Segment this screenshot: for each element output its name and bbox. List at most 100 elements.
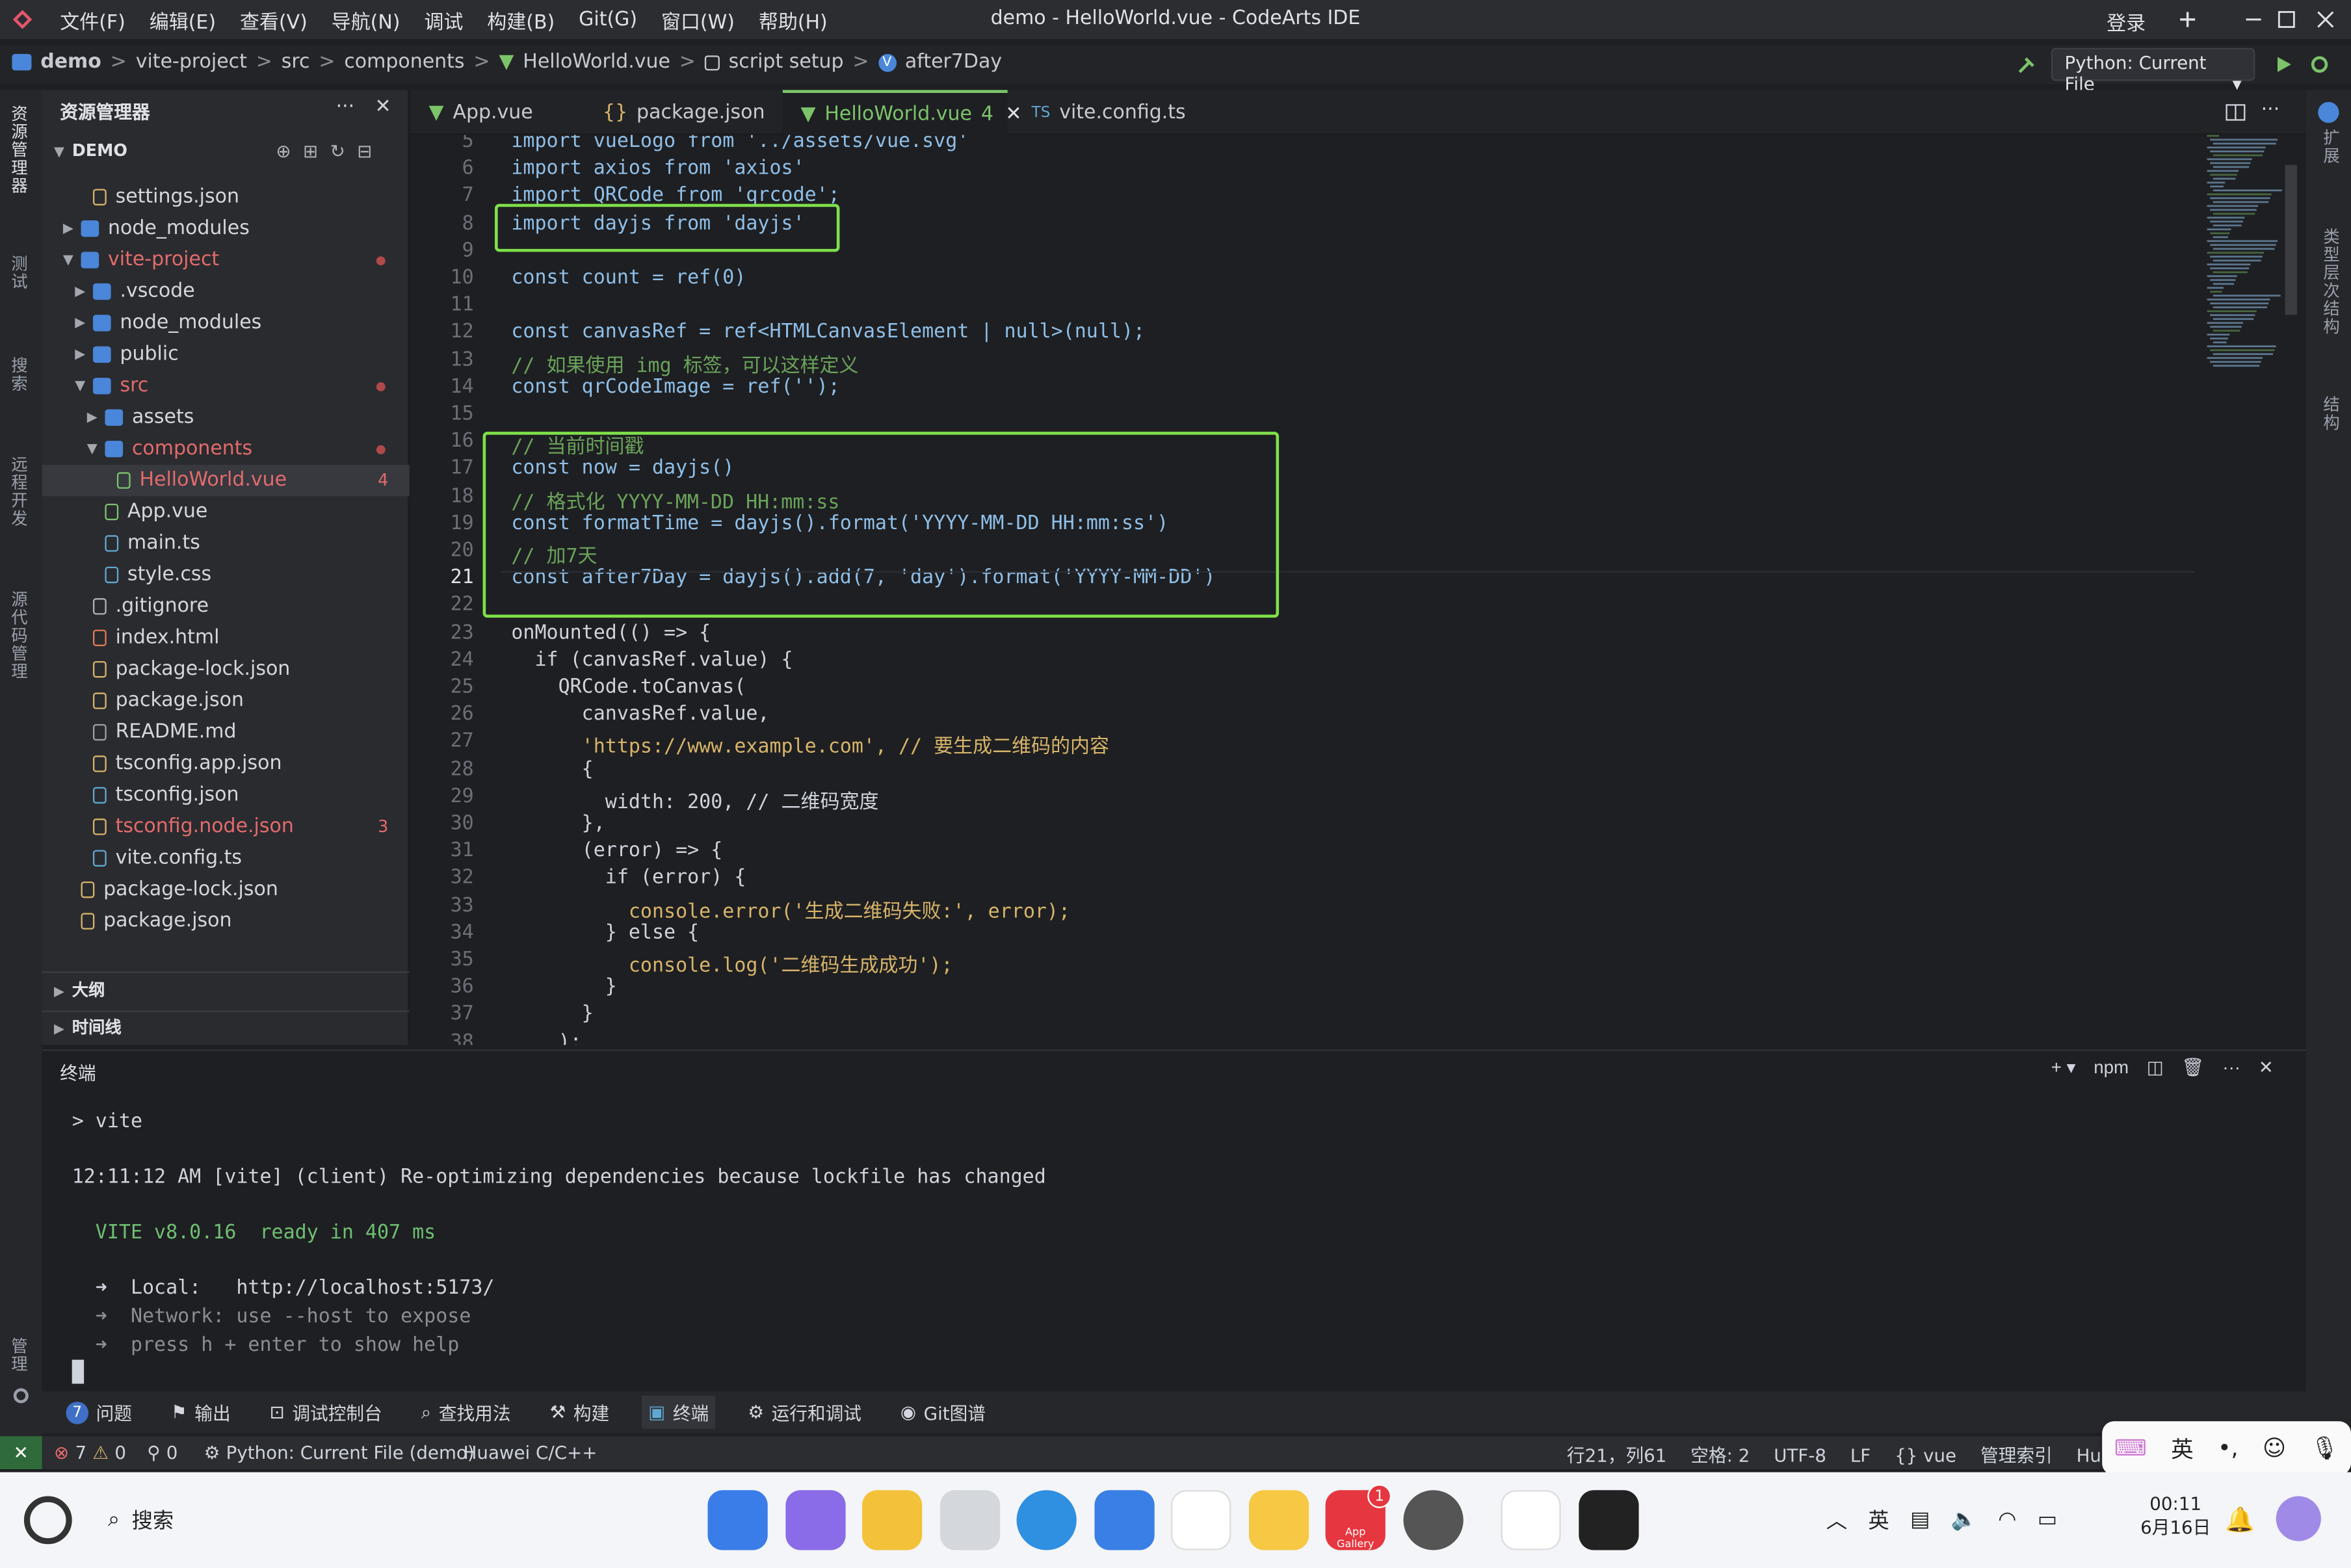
terminal-panel[interactable]: 终端 + ▾ npm ◫ 🗑 ··· ✕ > vite 12:11:12 AM … [42,1049,2306,1389]
code-line[interactable]: // 如果使用 img 标签，可以这样定义 [511,348,858,378]
tab-vite-config[interactable]: TS vite.config.ts [1014,90,1194,135]
login-button[interactable]: 登录 [2107,8,2146,36]
browser-icon[interactable] [1016,1490,1077,1550]
tree-item[interactable]: package-lock.json [42,874,410,905]
run-config-select[interactable]: Python: Current File ▾ [2051,47,2255,94]
breadcrumb-item[interactable]: vite-project [136,51,247,73]
run-icon[interactable] [2273,54,2294,75]
new-folder-icon[interactable]: ⊞ [303,141,318,162]
breadcrumb-item[interactable]: script setup [729,51,844,73]
chevron-icon[interactable]: ▼ [87,441,105,456]
tab-problems[interactable]: 7 问题 [60,1396,138,1429]
editor-scrollbar[interactable] [2285,164,2297,315]
emoji-icon[interactable]: ☺ [2263,1435,2286,1462]
activity-remote[interactable]: 远程开发 [6,456,30,528]
encoding-status[interactable]: UTF-8 [1774,1444,1826,1465]
code-line[interactable]: onMounted(() => { [511,621,711,644]
refresh-icon[interactable]: ↻ [330,141,345,162]
chevron-icon[interactable]: ▼ [75,378,93,393]
tab-find-usages[interactable]: ⌕ 查找用法 [415,1396,517,1429]
volume-icon[interactable]: 🔈 [1951,1508,1977,1532]
maximize-icon[interactable] [2276,9,2297,30]
chevron-icon[interactable]: ▶ [87,410,105,425]
tree-item[interactable]: ▼ vite-project [42,244,410,276]
hammer-icon[interactable] [2015,54,2036,75]
activity-extensions[interactable]: 扩展 [2318,129,2342,164]
close-icon[interactable]: ✕ [375,96,391,119]
code-line[interactable]: { [511,758,594,781]
assistant-icon[interactable] [2276,1496,2321,1541]
workspace-section[interactable]: ▼ DEMO [54,141,127,161]
ime-indicator[interactable]: 英 [1868,1505,1889,1535]
activity-search[interactable]: 搜索 [6,357,30,393]
chevron-up-icon[interactable]: ︿ [1826,1505,1847,1535]
tree-item[interactable]: tsconfig.app.json [42,748,410,779]
tree-item[interactable]: HelloWorld.vue 4 [42,464,410,497]
chevron-icon[interactable]: ▶ [63,221,81,236]
chevron-icon[interactable]: ▶ [75,347,93,362]
code-line[interactable]: canvasRef.value, [511,703,770,726]
tree-item[interactable]: settings.json [42,181,410,213]
tree-item[interactable]: tsconfig.json [42,779,410,811]
code-line[interactable]: import vueLogo from '../assets/vue.svg' [511,135,969,153]
terminal-app-icon[interactable] [1579,1490,1639,1550]
code-line[interactable]: if (error) { [511,867,746,890]
tree-item[interactable]: ▼ src [42,371,410,402]
tree-item[interactable]: style.css [42,559,410,590]
notes-icon[interactable] [1248,1490,1309,1550]
recycle-bin-icon[interactable] [939,1490,1001,1550]
keyboard-icon[interactable]: ⌨ [2114,1435,2147,1462]
code-line[interactable]: } else { [511,922,699,945]
code-line[interactable]: QRCode.toCanvas( [511,676,746,699]
trash-icon[interactable]: 🗑 [2182,1057,2205,1078]
tree-item[interactable]: ▶ .vscode [42,276,410,307]
code-line[interactable]: 'https://www.example.com', // 要生成二维码的内容 [511,731,1109,759]
tree-item[interactable]: package.json [42,906,410,937]
mic-icon[interactable]: 🎙 [2310,1435,2339,1462]
tree-item[interactable]: index.html [42,622,410,653]
code-line[interactable]: width: 200, // 二维码宽度 [511,785,879,814]
code-line[interactable]: (error) => { [511,840,723,863]
code-line[interactable]: const qrCodeImage = ref(''); [511,376,839,399]
eol-status[interactable]: LF [1850,1444,1871,1465]
tab-terminal[interactable]: ▣ 终端 [642,1395,715,1429]
tab-run-debug[interactable]: ⚙ 运行和调试 [742,1396,867,1429]
debug-icon[interactable] [2309,54,2330,75]
start-icon[interactable] [23,1496,72,1545]
files-icon[interactable] [862,1490,923,1550]
index-status[interactable]: 管理索引 [1980,1442,2053,1467]
photos-icon[interactable] [1171,1490,1231,1550]
layout-icon[interactable] [2177,9,2198,30]
tree-item[interactable]: main.ts [42,528,410,559]
multitask-icon[interactable] [785,1490,846,1550]
problems-status[interactable]: ⊗ 7 ⚠ 0 ⚲ 0 [54,1442,177,1463]
code-line[interactable]: console.error('生成二维码失败:', error); [511,895,1070,923]
code-line[interactable]: }, [511,813,605,835]
tab-package-json[interactable]: {} package.json [584,90,782,135]
bell-icon[interactable]: 🔔 [2225,1505,2255,1534]
mail-icon[interactable] [1094,1490,1155,1550]
code-line[interactable]: } [511,976,617,999]
minimap[interactable] [2201,135,2291,375]
activity-type-hierarchy[interactable]: 类型层次结构 [2318,228,2342,336]
lang-ext-status[interactable]: Huawei C/C++ [464,1442,598,1463]
code-line[interactable]: } [511,1004,594,1026]
terminal-profile[interactable]: npm [2094,1057,2129,1078]
settings-icon[interactable] [1403,1490,1464,1550]
battery-icon[interactable]: ▭ [2038,1508,2058,1532]
ime-toolbar[interactable]: ⌨ 英 •, ☺ 🎙 [2102,1421,2351,1476]
new-terminal-icon[interactable]: + ▾ [2051,1057,2076,1078]
tree-item[interactable]: ▶ node_modules [42,307,410,339]
activity-test[interactable]: 测试 [6,255,30,291]
code-line[interactable]: const canvasRef = ref<HTMLCanvasElement … [511,321,1145,344]
breadcrumb-item[interactable]: src [282,51,310,73]
tree-item[interactable]: tsconfig.node.json 3 [42,811,410,843]
split-terminal-icon[interactable]: ◫ [2147,1057,2164,1078]
remote-icon[interactable]: ✕ [0,1436,42,1469]
more-icon[interactable]: ··· [336,96,355,119]
punctuation-icon[interactable]: •, [2218,1435,2238,1462]
chevron-icon[interactable]: ▶ [75,315,93,330]
close-panel-icon[interactable]: ✕ [2259,1057,2274,1078]
code-line[interactable]: console.log('二维码生成成功'); [511,949,953,978]
language-status[interactable]: {} vue [1895,1444,1956,1465]
